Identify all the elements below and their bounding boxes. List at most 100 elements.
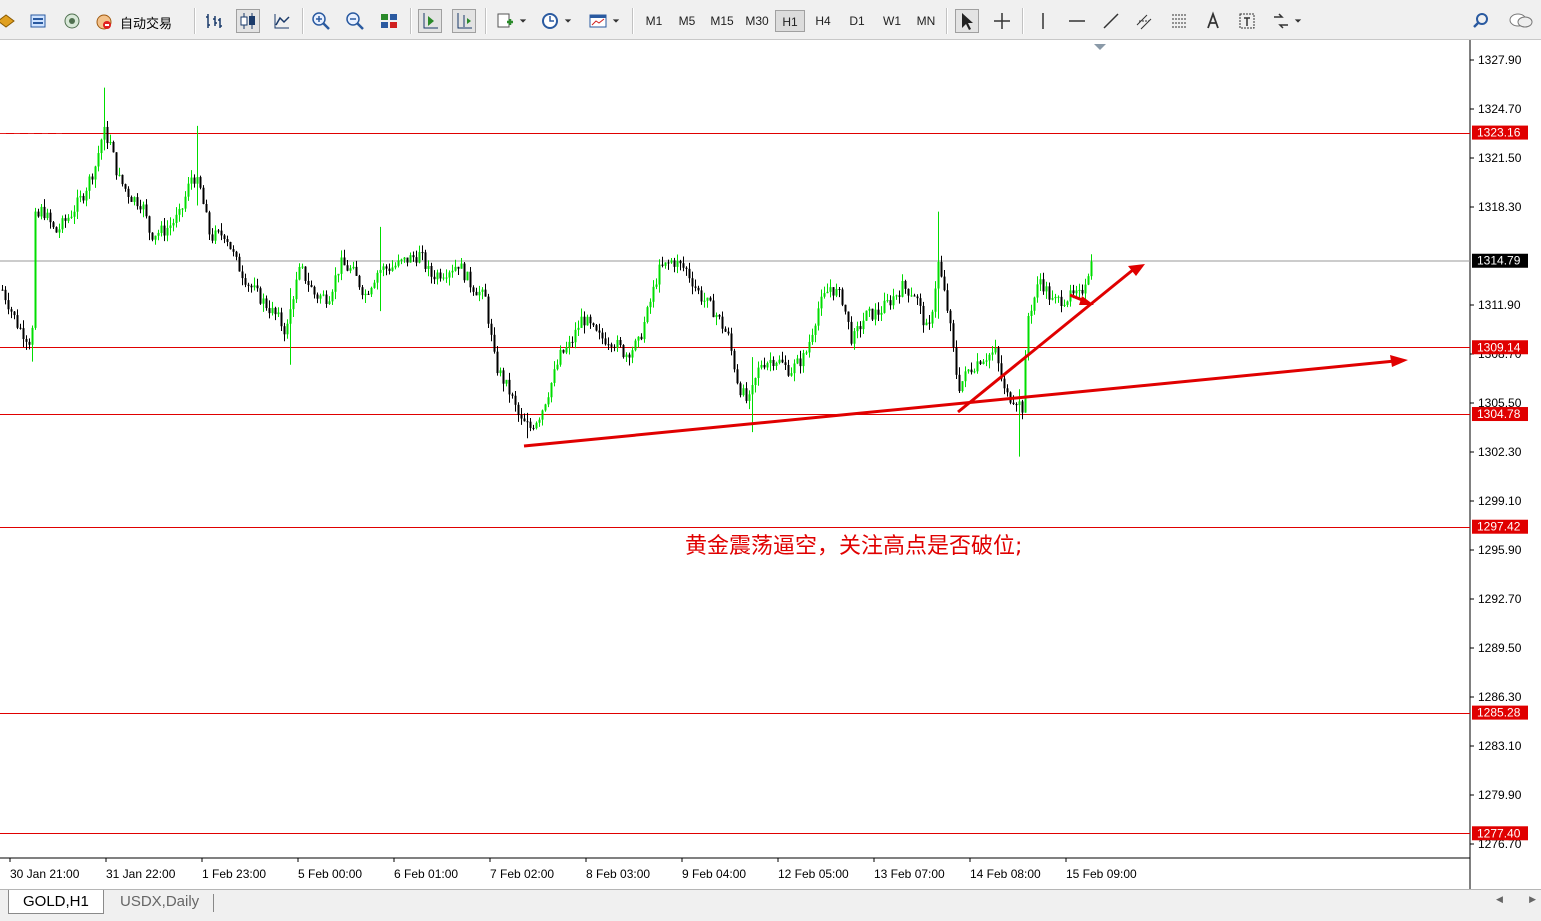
bear-candle — [613, 346, 616, 348]
search-icon[interactable] — [1469, 9, 1493, 33]
bull-candle — [253, 285, 256, 288]
toolbar-separator — [946, 8, 948, 34]
bull-candle — [865, 310, 868, 321]
line-chart-icon[interactable] — [270, 9, 294, 33]
bull-candle — [352, 266, 355, 269]
trendline-icon[interactable] — [1099, 9, 1123, 33]
tile-windows-icon[interactable] — [377, 9, 401, 33]
crosshair-icon[interactable] — [990, 9, 1014, 33]
arrows-icon[interactable] — [1269, 9, 1293, 33]
bear-candle — [970, 369, 973, 373]
bull-candle — [1033, 297, 1036, 311]
toolbar-separator — [194, 8, 196, 34]
chart-shift-icon[interactable] — [452, 9, 476, 33]
bear-candle — [724, 328, 727, 332]
timeframe-h4-button[interactable]: H4 — [809, 10, 837, 32]
timeframe-d1-button[interactable]: D1 — [843, 10, 871, 32]
bear-candle — [517, 404, 520, 416]
bull-candle — [769, 359, 772, 364]
bull-candle — [454, 266, 457, 271]
zoom-out-icon[interactable] — [343, 9, 367, 33]
chart-scrollbar[interactable]: ◀ ▶ — [1496, 892, 1536, 908]
bear-candle — [1060, 296, 1063, 307]
bull-candle — [778, 359, 781, 363]
bull-candle — [826, 291, 829, 294]
bull-candle — [580, 316, 583, 328]
timeframe-h1-button[interactable]: H1 — [775, 10, 805, 32]
bear-candle — [202, 187, 205, 205]
bar-chart-icon[interactable] — [202, 9, 226, 33]
tab-gold-h1[interactable]: GOLD,H1 — [8, 890, 104, 914]
auto-scroll-icon[interactable] — [418, 9, 442, 33]
bear-candle — [472, 287, 475, 292]
chevron-down-icon[interactable] — [517, 9, 529, 33]
price-tick-label: 1279.90 — [1478, 788, 1522, 802]
chart-shift-marker-icon[interactable] — [1094, 44, 1106, 50]
bull-candle — [547, 397, 550, 405]
chevron-down-icon[interactable] — [1292, 9, 1304, 33]
zoom-in-icon[interactable] — [309, 9, 333, 33]
bear-candle — [211, 234, 214, 241]
chat-icon[interactable] — [1506, 9, 1536, 33]
text-label-icon[interactable] — [1235, 9, 1259, 33]
bear-candle — [979, 361, 982, 364]
bear-candle — [1012, 402, 1015, 404]
bull-candle — [31, 327, 34, 345]
navigator-icon[interactable] — [60, 9, 84, 33]
bear-candle — [10, 309, 13, 312]
fibonacci-icon[interactable] — [1167, 9, 1191, 33]
bull-candle — [295, 279, 298, 300]
bear-candle — [52, 222, 55, 228]
periodicity-icon[interactable] — [538, 9, 562, 33]
bull-candle — [925, 322, 928, 326]
candlestick-chart-icon[interactable] — [236, 9, 260, 33]
bear-candle — [112, 142, 115, 153]
chevron-down-icon[interactable] — [562, 9, 574, 33]
horizontal-line-icon[interactable] — [1065, 9, 1089, 33]
bull-candle — [910, 295, 913, 297]
trendlines[interactable] — [523, 264, 1408, 448]
timeframe-m5-button[interactable]: M5 — [674, 10, 700, 32]
text-tool-icon[interactable] — [1201, 9, 1225, 33]
timeframe-m15-button[interactable]: M15 — [706, 10, 738, 32]
bear-candle — [232, 249, 235, 252]
vertical-line-icon[interactable] — [1031, 9, 1055, 33]
price-tick-label: 1295.90 — [1478, 543, 1522, 557]
scroll-right-icon[interactable]: ▶ — [1529, 895, 1536, 905]
templates-icon[interactable] — [586, 9, 610, 33]
bear-candle — [847, 311, 850, 322]
price-tick-label: 1302.30 — [1478, 445, 1522, 459]
timeframe-w1-button[interactable]: W1 — [877, 10, 907, 32]
bear-candle — [220, 230, 223, 236]
bear-candle — [736, 369, 739, 384]
bear-candle — [205, 204, 208, 213]
price-chart[interactable]: 黄金震荡逼空，关注高点是否破位; 1327.90 1324.70 1321.50 13… — [0, 40, 1541, 889]
indicators-icon[interactable] — [493, 9, 517, 33]
bull-candle — [118, 174, 121, 176]
cursor-icon[interactable] — [955, 9, 979, 33]
chart-canvas[interactable]: 黄金震荡逼空，关注高点是否破位; 1327.90 1324.70 1321.50 13… — [0, 40, 1541, 889]
bull-candle — [790, 373, 793, 376]
timeframe-m1-button[interactable]: M1 — [641, 10, 667, 32]
tab-usdx-daily[interactable]: USDX,Daily — [106, 890, 213, 914]
data-window-icon[interactable] — [26, 9, 50, 33]
equidistant-channel-icon[interactable] — [1133, 9, 1157, 33]
auto-trading-button[interactable]: 自动交易 — [94, 10, 172, 34]
timeframe-mn-button[interactable]: MN — [911, 10, 941, 32]
chevron-down-icon[interactable] — [610, 9, 622, 33]
bull-candle — [88, 176, 91, 191]
bear-candle — [127, 188, 130, 197]
bear-candle — [19, 327, 22, 329]
scroll-left-icon[interactable]: ◀ — [1496, 895, 1503, 905]
bull-candle — [1078, 289, 1081, 291]
timeframe-m30-button[interactable]: M30 — [741, 10, 773, 32]
bull-candle — [976, 361, 979, 372]
bear-candle — [244, 278, 247, 285]
time-tick-label: 31 Jan 22:00 — [106, 867, 176, 881]
new-order-icon[interactable] — [0, 9, 18, 33]
bull-candle — [880, 312, 883, 315]
price-axis: 1327.901324.701321.501318.301311.901308.… — [1470, 53, 1528, 851]
bear-candle — [589, 316, 592, 324]
bull-candle — [982, 361, 985, 364]
bear-candle — [907, 288, 910, 296]
